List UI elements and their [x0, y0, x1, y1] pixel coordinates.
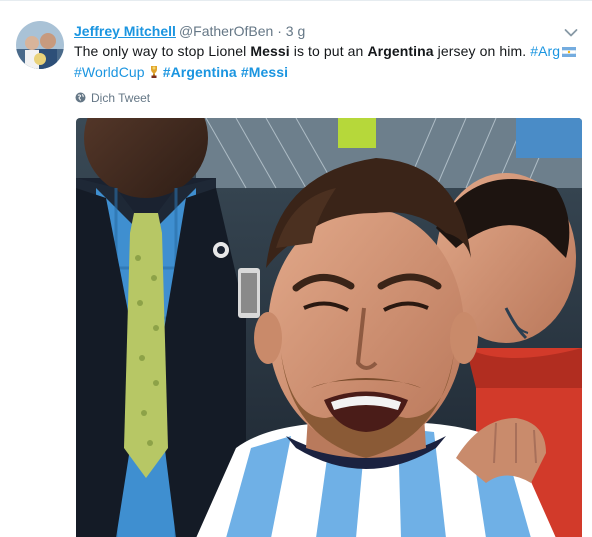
- tweet-text-part: jersey on him.: [433, 43, 531, 59]
- tweet-media-image[interactable]: [76, 118, 582, 537]
- tweet-text-part: The only way to stop Lionel: [74, 43, 251, 59]
- tweet-header: Jeffrey Mitchell @FatherOfBen · 3 g: [74, 21, 305, 41]
- argentina-flag-icon: [561, 42, 577, 58]
- keyword-argentina: Argentina: [367, 43, 434, 59]
- separator-dot: ·: [277, 23, 282, 39]
- globe-icon: [75, 91, 86, 103]
- tweet-text: The only way to stop Lionel Messi is to …: [74, 41, 579, 83]
- translate-label: Dịch Tweet: [91, 91, 151, 105]
- photo: [76, 118, 582, 537]
- hashtag-arg[interactable]: #Arg: [530, 43, 560, 59]
- translate-tweet-link[interactable]: Dịch Tweet: [75, 90, 150, 106]
- tweet-timestamp[interactable]: 3 g: [286, 23, 305, 39]
- avatar[interactable]: [16, 21, 64, 69]
- tweet-card[interactable]: Jeffrey Mitchell @FatherOfBen · 3 g The o…: [0, 0, 592, 537]
- tweet-text-part: is to put an: [289, 43, 368, 59]
- keyword-messi: Messi: [250, 43, 290, 59]
- hashtag-worldcup[interactable]: #WorldCup: [74, 64, 145, 80]
- world-cup-trophy-icon: [149, 64, 159, 78]
- avatar-image: [16, 21, 64, 69]
- chevron-down-icon[interactable]: [564, 25, 578, 37]
- hashtag-messi[interactable]: #Messi: [241, 64, 288, 80]
- hashtag-argentina[interactable]: #Argentina: [163, 64, 237, 80]
- display-name[interactable]: Jeffrey Mitchell: [74, 23, 176, 39]
- user-handle[interactable]: @FatherOfBen: [179, 23, 273, 39]
